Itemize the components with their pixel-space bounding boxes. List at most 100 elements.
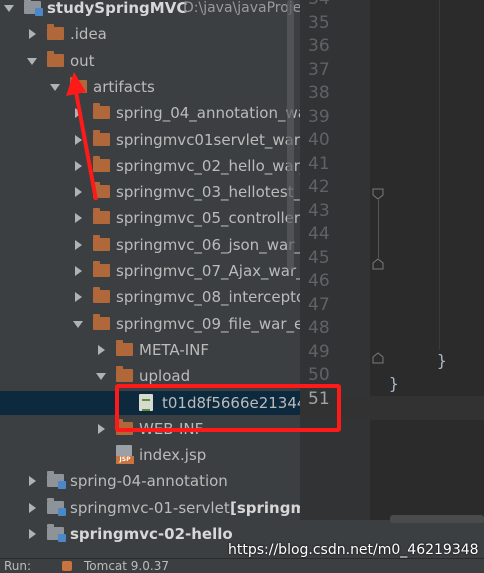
folder-icon: [24, 0, 43, 16]
tomcat-icon: [62, 561, 72, 571]
fold-marker-icon[interactable]: [372, 258, 384, 270]
tomcat-tab[interactable]: Tomcat 9.0.37: [84, 559, 169, 573]
tree-item-label: springmvc01servlet_war_e: [116, 130, 300, 149]
chevron-right-icon[interactable]: [73, 285, 83, 309]
tree-item-label: index.jsp: [139, 446, 207, 465]
chevron-right-icon[interactable]: [73, 259, 83, 283]
fold-marker-icon[interactable]: [372, 188, 384, 200]
code-line-50: }: [389, 374, 399, 393]
line-number: 36: [308, 36, 330, 56]
line-number: 43: [308, 200, 330, 221]
tree-row[interactable]: META-INF: [0, 338, 300, 362]
tree-row[interactable]: spring-04-annotation: [0, 469, 300, 493]
folder-icon: [93, 208, 110, 225]
folder-icon: [93, 103, 110, 120]
project-path: D:\java\javaProje: [183, 0, 300, 16]
folder-icon: [47, 471, 66, 490]
folder-icon: [93, 287, 110, 304]
tree-row[interactable]: springmvc_03_hellotest_w: [0, 180, 300, 204]
tree-row[interactable]: spring_04_annotation_war: [0, 101, 300, 125]
run-toolbar: Run: Tomcat 9.0.37: [0, 558, 484, 573]
chevron-down-icon[interactable]: [50, 75, 60, 99]
line-number: 38: [308, 83, 330, 103]
fold-line: [378, 200, 379, 258]
tree-row[interactable]: springmvc_07_Ajax_war_e: [0, 259, 300, 283]
line-number: 41: [308, 153, 330, 174]
tree-item-label: .idea: [70, 25, 107, 44]
code-editor[interactable]: [370, 0, 484, 520]
tree-row[interactable]: springmvc_08_interceptor: [0, 285, 300, 309]
folder-icon: [116, 339, 133, 356]
folder-icon: [93, 313, 110, 330]
project-tree: studySpringMVC D:\java\javaProje .idea out a…: [0, 0, 300, 558]
folder-icon: [116, 366, 133, 383]
tree-row[interactable]: .idea: [0, 22, 300, 46]
line-number: 44: [308, 224, 330, 244]
chevron-right-icon[interactable]: [73, 101, 83, 125]
tree-row[interactable]: artifacts: [0, 75, 300, 99]
editor-horizontal-scrollbar[interactable]: [390, 515, 484, 523]
tree-item-label: springmvc_06_json_war_e: [116, 235, 300, 254]
line-number: 48: [308, 318, 330, 338]
tree-item-label: artifacts: [93, 77, 155, 96]
chevron-down-icon[interactable]: [27, 49, 37, 73]
fold-marker-icon[interactable]: [372, 352, 384, 364]
tree-item-label: springmvc_03_hellotest_w: [116, 183, 300, 202]
tree-item-label: springmvc_07_Ajax_war_e: [116, 262, 300, 280]
watermark: https://blog.csdn.net/m0_46219348: [228, 542, 479, 558]
chevron-down-icon[interactable]: [73, 312, 83, 336]
run-label[interactable]: Run:: [4, 559, 31, 573]
annotation-highlight-box: [115, 384, 341, 432]
folder-icon: [47, 50, 64, 67]
folder-icon: [47, 24, 64, 41]
folder-icon: [47, 497, 66, 516]
tree-row[interactable]: studySpringMVC D:\java\javaProje: [0, 0, 300, 20]
tree-row[interactable]: springmvc_06_json_war_e: [0, 233, 300, 257]
line-number: 46: [308, 271, 330, 291]
chevron-right-icon[interactable]: [73, 233, 83, 257]
folder-icon: [93, 129, 110, 146]
line-number: 49: [308, 341, 330, 362]
line-number: 35: [308, 12, 330, 33]
module-suffix: [springmv: [230, 498, 300, 517]
tree-item-label: spring-04-annotation: [70, 472, 228, 491]
tree-scrollbar[interactable]: [287, 0, 294, 270]
tree-row[interactable]: springmvc_05_controller_: [0, 206, 300, 230]
chevron-right-icon[interactable]: [27, 469, 37, 493]
tree-row[interactable]: JSP index.jsp: [0, 443, 300, 467]
line-number: 34: [308, 0, 348, 9]
tree-row[interactable]: springmvc01servlet_war_e: [0, 128, 300, 152]
jsp-file-icon: JSP: [116, 445, 134, 465]
chevron-right-icon[interactable]: [73, 206, 83, 230]
chevron-right-icon[interactable]: [73, 154, 83, 178]
tree-row[interactable]: springmvc_09_file_war_ex: [0, 312, 300, 336]
tree-row[interactable]: springmvc_02_hello_war_e: [0, 154, 300, 178]
folder-icon: [93, 234, 110, 251]
chevron-right-icon[interactable]: [73, 128, 83, 152]
chevron-right-icon[interactable]: [96, 338, 106, 362]
tree-item-label: springmvc-01-servlet: [70, 498, 230, 517]
folder-icon: [70, 76, 87, 93]
chevron-down-icon[interactable]: [96, 364, 106, 388]
tree-row[interactable]: out: [0, 49, 300, 73]
chevron-right-icon[interactable]: [27, 522, 37, 546]
tree-item-label: springmvc_08_interceptor: [116, 288, 300, 307]
line-number: 40: [308, 130, 330, 150]
indent-guide: [439, 0, 440, 350]
tree-item-label: studySpringMVC: [47, 0, 188, 17]
folder-icon: [93, 155, 110, 172]
tree-item-label: out: [70, 51, 95, 70]
tree-row[interactable]: springmvc-01-servlet[springmv: [0, 496, 300, 520]
chevron-right-icon[interactable]: [27, 496, 37, 520]
folder-icon: [93, 261, 110, 277]
line-number: 45: [308, 247, 330, 268]
code-line-49: }: [437, 351, 447, 370]
tree-item-label: spring_04_annotation_war: [116, 104, 300, 123]
tree-item-label: springmvc-02-hello: [70, 525, 233, 543]
chevron-down-icon[interactable]: [4, 0, 14, 20]
chevron-right-icon[interactable]: [27, 22, 37, 46]
line-number: 39: [308, 106, 330, 127]
line-number: 42: [308, 177, 330, 197]
chevron-right-icon[interactable]: [96, 417, 106, 441]
chevron-right-icon[interactable]: [73, 180, 83, 204]
